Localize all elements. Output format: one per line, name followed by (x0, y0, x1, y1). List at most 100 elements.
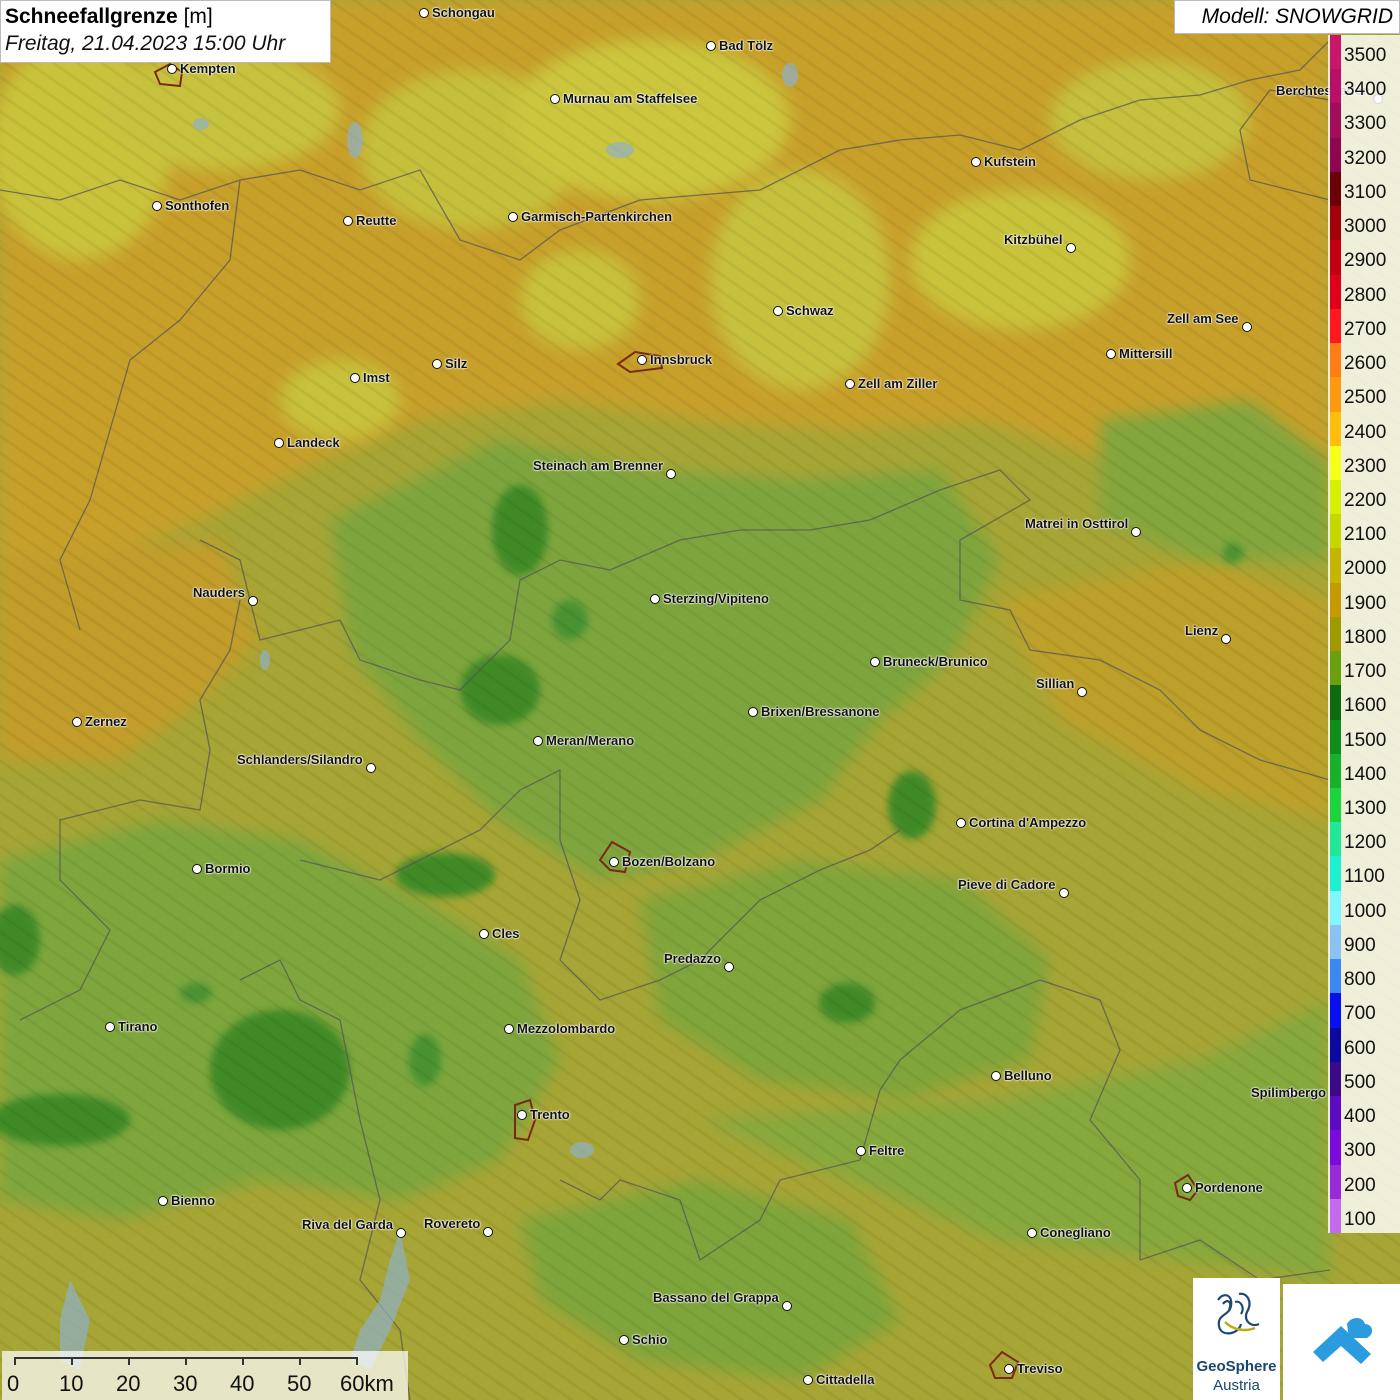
city-label[interactable]: Silz (445, 356, 467, 371)
city-marker[interactable] (419, 8, 429, 18)
city-label[interactable]: Landeck (287, 435, 340, 450)
city-label[interactable]: Sillian (1036, 676, 1074, 691)
city-marker[interactable] (432, 359, 442, 369)
city-label[interactable]: Cittadella (816, 1372, 875, 1387)
city-marker[interactable] (72, 717, 82, 727)
city-label[interactable]: Bozen/Bolzano (622, 854, 715, 869)
city-label[interactable]: Mittersill (1119, 346, 1172, 361)
city-marker[interactable] (609, 857, 619, 867)
city-marker[interactable] (152, 201, 162, 211)
city-marker[interactable] (1066, 243, 1076, 253)
city-label[interactable]: Garmisch-Partenkirchen (521, 209, 672, 224)
city-marker[interactable] (274, 438, 284, 448)
city-marker[interactable] (971, 157, 981, 167)
partner-logo[interactable] (1283, 1284, 1400, 1400)
city-marker[interactable] (248, 596, 258, 606)
city-marker[interactable] (991, 1071, 1001, 1081)
city-marker[interactable] (105, 1022, 115, 1032)
city-label[interactable]: Murnau am Staffelsee (563, 91, 697, 106)
city-label[interactable]: Tirano (118, 1019, 158, 1034)
city-label[interactable]: Sterzing/Vipiteno (663, 591, 769, 606)
city-label[interactable]: Schlanders/Silandro (237, 752, 363, 767)
city-label[interactable]: Riva del Garda (302, 1217, 393, 1232)
city-marker[interactable] (350, 373, 360, 383)
city-label[interactable]: Reutte (356, 213, 396, 228)
city-marker[interactable] (803, 1375, 813, 1385)
city-label[interactable]: Brixen/Bressanone (761, 704, 880, 719)
city-label[interactable]: Feltre (869, 1143, 904, 1158)
city-marker[interactable] (508, 212, 518, 222)
city-label[interactable]: Conegliano (1040, 1225, 1111, 1240)
city-marker[interactable] (1182, 1183, 1192, 1193)
city-marker[interactable] (1059, 888, 1069, 898)
city-marker[interactable] (1077, 687, 1087, 697)
city-marker[interactable] (483, 1227, 493, 1237)
city-marker[interactable] (517, 1110, 527, 1120)
city-label[interactable]: Cles (492, 926, 519, 941)
city-marker[interactable] (956, 818, 966, 828)
city-label[interactable]: Pieve di Cadore (958, 877, 1056, 892)
city-marker[interactable] (1106, 349, 1116, 359)
city-marker[interactable] (870, 657, 880, 667)
city-label[interactable]: Rovereto (424, 1216, 480, 1231)
city-marker[interactable] (167, 64, 177, 74)
city-marker[interactable] (782, 1301, 792, 1311)
city-label[interactable]: Treviso (1017, 1361, 1063, 1376)
city-marker[interactable] (856, 1146, 866, 1156)
city-label[interactable]: Kempten (180, 61, 236, 76)
geosphere-logo-country: Austria (1213, 1377, 1260, 1394)
city-label[interactable]: Innsbruck (650, 352, 712, 367)
city-label[interactable]: Matrei in Osttirol (1025, 516, 1128, 531)
city-marker[interactable] (158, 1196, 168, 1206)
city-label[interactable]: Schwaz (786, 303, 834, 318)
city-marker[interactable] (504, 1024, 514, 1034)
city-marker[interactable] (533, 736, 543, 746)
city-label[interactable]: Kitzbühel (1004, 232, 1063, 247)
city-marker[interactable] (550, 94, 560, 104)
city-label[interactable]: Meran/Merano (546, 733, 634, 748)
city-label[interactable]: Imst (363, 370, 390, 385)
geosphere-logo[interactable]: GeoSphere Austria (1193, 1278, 1280, 1400)
city-label[interactable]: Zernez (85, 714, 127, 729)
city-marker[interactable] (192, 864, 202, 874)
city-label[interactable]: Spilimbergo (1251, 1085, 1326, 1100)
city-marker[interactable] (343, 216, 353, 226)
city-label[interactable]: Steinach am Brenner (533, 458, 663, 473)
city-label[interactable]: Schio (632, 1332, 667, 1347)
city-marker[interactable] (666, 469, 676, 479)
city-label[interactable]: Lienz (1185, 623, 1218, 638)
city-label[interactable]: Bormio (205, 861, 251, 876)
city-label[interactable]: Belluno (1004, 1068, 1052, 1083)
city-marker[interactable] (706, 41, 716, 51)
city-marker[interactable] (724, 962, 734, 972)
city-marker[interactable] (1027, 1228, 1037, 1238)
city-marker[interactable] (1131, 527, 1141, 537)
city-label[interactable]: Nauders (193, 585, 245, 600)
city-marker[interactable] (1004, 1364, 1014, 1374)
city-label[interactable]: Zell am Ziller (858, 376, 937, 391)
city-marker[interactable] (619, 1335, 629, 1345)
city-marker[interactable] (479, 929, 489, 939)
city-marker[interactable] (1221, 634, 1231, 644)
city-label[interactable]: Zell am See (1167, 311, 1239, 326)
city-marker[interactable] (773, 306, 783, 316)
city-label[interactable]: Trento (530, 1107, 570, 1122)
city-marker[interactable] (1242, 322, 1252, 332)
city-label[interactable]: Kufstein (984, 154, 1036, 169)
city-label[interactable]: Bad Tölz (719, 38, 773, 53)
city-label[interactable]: Predazzo (664, 951, 721, 966)
city-marker[interactable] (396, 1228, 406, 1238)
city-label[interactable]: Mezzolombardo (517, 1021, 615, 1036)
city-label[interactable]: Bruneck/Brunico (883, 654, 988, 669)
city-label[interactable]: Sonthofen (165, 198, 229, 213)
city-label[interactable]: Bassano del Grappa (653, 1290, 779, 1305)
city-marker[interactable] (845, 379, 855, 389)
city-marker[interactable] (650, 594, 660, 604)
city-label[interactable]: Schongau (432, 5, 495, 20)
city-label[interactable]: Pordenone (1195, 1180, 1263, 1195)
city-marker[interactable] (366, 763, 376, 773)
city-label[interactable]: Bienno (171, 1193, 215, 1208)
city-label[interactable]: Cortina d'Ampezzo (969, 815, 1086, 830)
city-marker[interactable] (637, 355, 647, 365)
city-marker[interactable] (748, 707, 758, 717)
